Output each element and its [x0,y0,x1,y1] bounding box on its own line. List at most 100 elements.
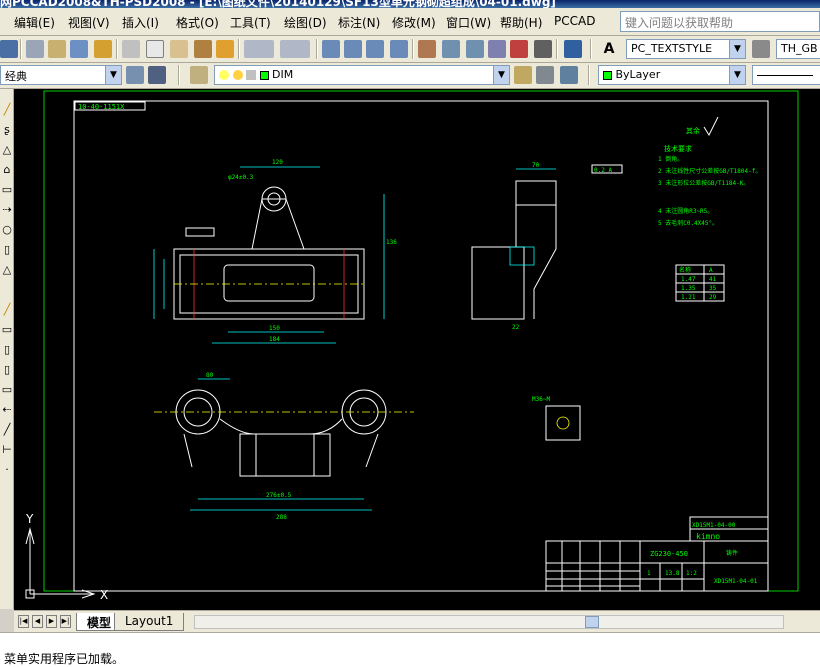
next-tab-button[interactable]: ▶ [46,615,57,628]
markup-icon[interactable] [510,40,528,58]
linetype-combo[interactable] [752,65,820,85]
insert-block-icon[interactable]: ▭ [1,323,13,337]
color-swatch [603,70,612,80]
title-label: 铸件 [726,549,738,557]
line-icon[interactable]: ╱ [1,103,13,117]
first-tab-button[interactable]: |◀ [18,615,29,628]
horizontal-scrollbar[interactable] [194,615,784,629]
paste-icon[interactable] [170,40,188,58]
menu-window[interactable]: 窗口(W) [446,14,491,31]
tech-req-line-4: 4 未注圆角R3~R5。 [658,207,713,215]
table-cell: 29 [709,294,717,301]
layer-value: DIM [272,68,294,81]
circle-icon[interactable]: ○ [1,223,13,237]
dim-style-icon [752,40,770,58]
menu-edit[interactable]: 编辑(E) [14,14,55,31]
workspace-combo[interactable]: 经典 ▼ [0,65,122,85]
text-style-combo[interactable]: PC_TEXTSTYLE ▼ [626,39,746,59]
plot-icon[interactable] [94,40,112,58]
spline-icon[interactable]: △ [1,263,13,277]
properties-icon[interactable] [418,40,436,58]
arc-icon[interactable]: ⇢ [1,203,13,217]
layer-state-icon[interactable] [560,66,578,84]
print-preview-icon[interactable] [48,40,66,58]
dim-276: 276±0.5 [266,492,292,499]
layer-previous-icon[interactable] [536,66,554,84]
side-view: 70 22 0.2 A [471,162,623,331]
title-bar: 网PCCAD2008&TH-PSD2008 - [E:\图纸文件\2014012… [0,0,820,8]
cut-icon[interactable] [122,40,140,58]
rectangle-icon[interactable]: ▭ [1,183,13,197]
polygon-icon[interactable]: ⌂ [1,163,13,177]
parameter-table: 名称 A 1.47 41 1.35 35 1.21 29 [675,264,725,302]
construction-line-icon[interactable]: ʂ [1,123,13,137]
tool-palettes-icon[interactable] [466,40,484,58]
copy-icon[interactable] [146,40,164,58]
menu-modify[interactable]: 修改(M) [392,14,436,31]
make-current-layer-icon[interactable] [514,66,532,84]
layer-color-swatch [259,70,269,80]
detail-view: M36~M [532,396,581,441]
layout-tabs-bar: |◀ ◀ ▶ ▶| 模型 Layout1 [14,610,820,632]
roughness-label: 其余 [686,126,700,135]
layer-manager-icon[interactable] [190,66,208,84]
menu-help[interactable]: 帮助(H) [500,14,542,31]
menu-tools[interactable]: 工具(T) [230,14,271,31]
ellipse-icon[interactable]: ╱ [1,303,13,317]
revision-cloud-icon[interactable]: ▯ [1,243,13,257]
prev-tab-button[interactable]: ◀ [32,615,43,628]
help-icon[interactable] [564,40,582,58]
separator [556,39,558,59]
command-area[interactable]: 菜单实用程序已加载。 [0,632,820,667]
workspace-settings-icon[interactable] [126,66,144,84]
table-cell: 35 [709,285,717,292]
menu-pccad[interactable]: PCCAD [554,14,595,28]
block-editor-icon[interactable] [216,40,234,58]
title-units: 1 [647,570,651,577]
redo-icon[interactable] [280,40,310,58]
multiline-text-icon[interactable]: · [1,463,13,477]
tech-req-line-3: 3 未注形位公差按GB/T1184-K。 [658,179,749,187]
color-combo[interactable]: ByLayer ▼ [598,65,746,85]
zoom-previous-icon[interactable] [390,40,408,58]
gradient-icon[interactable]: ⇠ [1,403,13,417]
drawing-viewport[interactable]: 10-40-1151X 其余 技术要求 1 倒角。 2 未注线性尺寸公差按GB/… [14,89,820,610]
print-icon[interactable] [26,40,44,58]
workspace-save-icon[interactable] [148,66,166,84]
zoom-realtime-icon[interactable] [344,40,362,58]
menu-format[interactable]: 格式(O) [176,14,219,31]
menu-dimension[interactable]: 标注(N) [338,14,380,31]
layer-combo[interactable]: DIM ▼ [214,65,510,85]
match-properties-icon[interactable] [194,40,212,58]
calculator-icon[interactable] [534,40,552,58]
last-tab-button[interactable]: ▶| [60,615,71,628]
region-icon[interactable]: ╱ [1,423,13,437]
separator [588,65,590,85]
menu-view[interactable]: 视图(V) [68,14,110,31]
menu-draw[interactable]: 绘图(D) [284,14,327,31]
dim-style-combo[interactable]: TH_GB [776,39,820,59]
menu-insert[interactable]: 插入(I) [122,14,159,31]
help-search-input[interactable]: 键入问题以获取帮助 [620,11,820,32]
chevron-down-icon: ▼ [105,66,121,84]
save-icon[interactable] [0,40,18,58]
zoom-window-icon[interactable] [366,40,384,58]
undo-icon[interactable] [244,40,274,58]
light-bulb-icon [219,70,229,80]
design-center-icon[interactable] [442,40,460,58]
table-icon[interactable]: ⊢ [1,443,13,457]
side-view-top [515,180,557,206]
hatch-icon[interactable]: ▭ [1,383,13,397]
make-block-icon[interactable]: ▯ [1,343,13,357]
scrollbar-thumb[interactable] [585,616,599,628]
polyline-icon[interactable]: △ [1,143,13,157]
front-view-lug [251,198,305,250]
sheet-set-icon[interactable] [488,40,506,58]
pan-icon[interactable] [322,40,340,58]
text-style-icon: A [600,40,618,58]
tech-req-line-2: 2 未注线性尺寸公差按GB/T1804-f。 [658,167,761,175]
tab-layout1[interactable]: Layout1 [114,613,185,631]
detail-square [545,405,581,441]
publish-icon[interactable] [70,40,88,58]
point-icon[interactable]: ▯ [1,363,13,377]
